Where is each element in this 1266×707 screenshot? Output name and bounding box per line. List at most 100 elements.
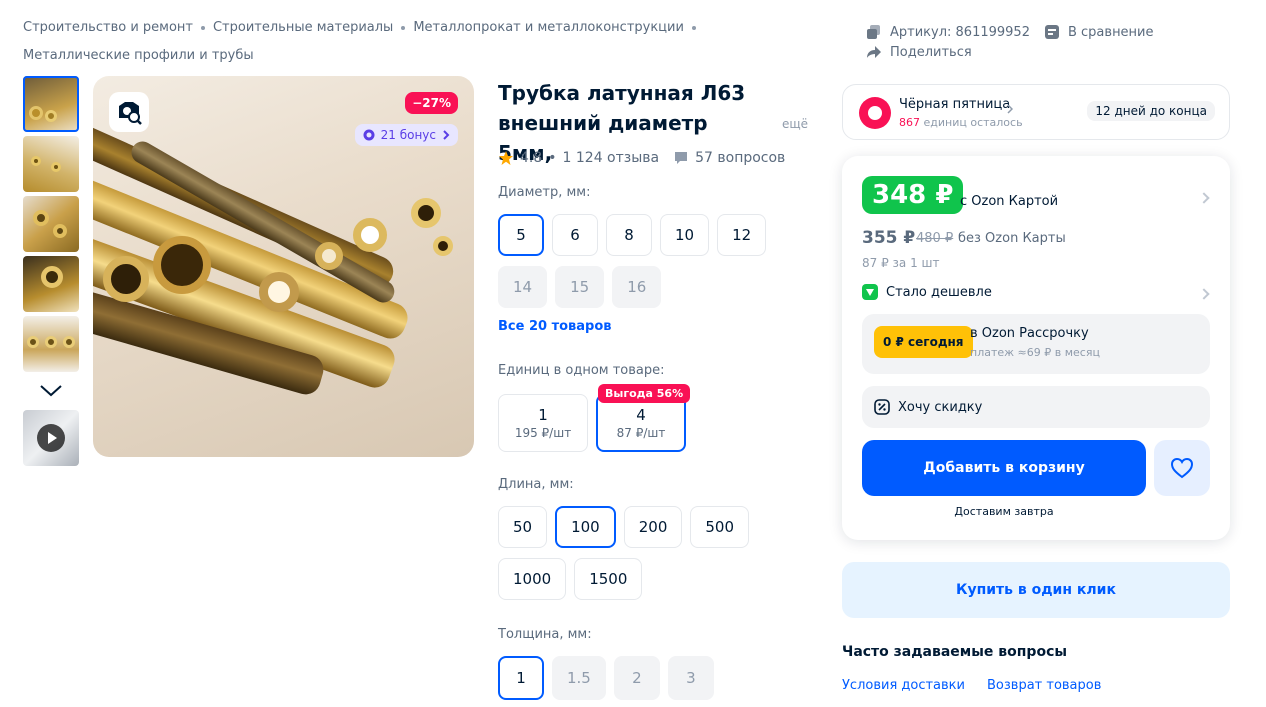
faq-links: Условия доставки Возврат товаров xyxy=(842,678,1101,693)
diameter-option[interactable]: 12 xyxy=(717,214,767,256)
product-title-line-1: Трубка латунная Л63 xyxy=(498,81,746,105)
breadcrumb-item[interactable]: Строительство и ремонт xyxy=(23,20,193,35)
breadcrumb-separator xyxy=(200,25,205,30)
favorite-button[interactable] xyxy=(1154,440,1210,496)
price-drop-notice[interactable]: Стало дешевле xyxy=(862,284,992,300)
price-per-unit: 87 ₽ за 1 шт xyxy=(862,256,940,270)
breadcrumb: Строительство и ремонт Строительные матер… xyxy=(23,14,723,70)
title-more-link[interactable]: ещё xyxy=(782,117,808,131)
want-discount-button[interactable]: Хочу скидку xyxy=(862,386,1210,428)
breadcrumb-item[interactable]: Металлические профили и трубы xyxy=(23,48,254,63)
questions-icon xyxy=(675,152,688,164)
breadcrumb-item[interactable]: Металлопрокат и металлоконструкции xyxy=(413,20,684,35)
length-options-row-2: 1000 1500 xyxy=(498,558,643,600)
thumbnail-4[interactable] xyxy=(23,256,79,312)
chevron-right-icon xyxy=(443,130,450,140)
thumbnail-3[interactable] xyxy=(23,196,79,252)
buy-card: 348 ₽ с Ozon Картой 355 ₽ 480 ₽ без Ozon… xyxy=(842,156,1230,540)
thumbnail-gallery xyxy=(23,76,79,466)
bonus-text: 21 бонус xyxy=(380,128,436,142)
visual-search-button[interactable] xyxy=(109,92,149,132)
units-count: 1 xyxy=(538,406,548,424)
installment-badge: 0 ₽ сегодня xyxy=(874,326,973,358)
length-option[interactable]: 1000 xyxy=(498,558,567,600)
regular-price: 355 ₽ xyxy=(862,228,916,248)
thickness-option[interactable]: 1 xyxy=(498,656,544,700)
all-items-link[interactable]: Все 20 товаров xyxy=(498,319,612,334)
diameter-option[interactable]: 14 xyxy=(498,266,548,308)
video-thumbnail[interactable] xyxy=(23,410,79,466)
product-meta: Артикул: 861199952 В сравнение Поделитьс… xyxy=(866,22,1154,62)
price-drop-text: Стало дешевле xyxy=(886,284,992,300)
savings-badge: Выгода 56% xyxy=(598,384,691,403)
breadcrumb-separator xyxy=(691,25,696,30)
installment-title: в Ozon Рассрочку xyxy=(970,326,1089,341)
ozon-card-price: 348 ₽ xyxy=(862,176,964,214)
diameter-option[interactable]: 16 xyxy=(612,266,662,308)
delivery-info: Доставим завтра xyxy=(954,505,1054,518)
discount-icon xyxy=(874,399,890,415)
buy-one-click-button[interactable]: Купить в один клик xyxy=(842,562,1230,618)
ozon-card-label: с Ozon Картой xyxy=(960,194,1059,209)
diameter-options: 5 6 8 10 12 xyxy=(498,214,767,256)
units-option[interactable]: 1 195 ₽/шт xyxy=(498,394,588,452)
rating-value: 4.8 xyxy=(520,150,543,166)
share-icon xyxy=(867,46,881,58)
installment-block[interactable]: 0 ₽ сегодня в Ozon Рассрочку платеж ≈69 … xyxy=(862,314,1210,374)
share-link[interactable]: Поделиться xyxy=(890,45,972,60)
diameter-option[interactable]: 5 xyxy=(498,214,544,256)
questions-link[interactable]: 57 вопросов xyxy=(695,150,785,166)
reviews-link[interactable]: 1 124 отзыва xyxy=(563,150,660,166)
copy-icon xyxy=(867,25,880,39)
chevron-right-icon[interactable] xyxy=(1198,288,1210,300)
units-count: 4 xyxy=(636,406,646,424)
old-price: 480 ₽ xyxy=(916,231,954,246)
length-options: 50 100 200 500 xyxy=(498,506,750,548)
black-friday-remaining: 867 единиц осталось xyxy=(899,116,1023,129)
length-option[interactable]: 50 xyxy=(498,506,548,548)
rating-dot: • xyxy=(548,150,557,166)
no-card-label: без Ozon Карты xyxy=(958,231,1066,246)
faq-link-returns[interactable]: Возврат товаров xyxy=(987,678,1101,693)
want-discount-label: Хочу скидку xyxy=(898,399,983,415)
thumbnail-2[interactable] xyxy=(23,136,79,192)
price-down-icon xyxy=(862,284,878,300)
product-main-image[interactable]: −27% 21 бонус xyxy=(93,76,474,457)
thickness-option[interactable]: 3 xyxy=(667,656,714,700)
installment-payment: платеж ≈69 ₽ в месяц xyxy=(970,346,1100,359)
bonus-badge[interactable]: 21 бонус xyxy=(354,124,458,146)
black-friday-logo-icon xyxy=(859,97,891,129)
diameter-option[interactable]: 15 xyxy=(555,266,605,308)
chevron-down-icon[interactable] xyxy=(23,376,79,406)
compare-icon xyxy=(1044,25,1059,39)
diameter-option[interactable]: 10 xyxy=(660,214,710,256)
faq-title: Часто задаваемые вопросы xyxy=(842,644,1068,660)
heart-icon xyxy=(1170,457,1194,479)
play-icon xyxy=(37,424,65,452)
thumbnail-1[interactable] xyxy=(23,76,79,132)
compare-link[interactable]: В сравнение xyxy=(1068,25,1154,40)
thickness-option[interactable]: 1.5 xyxy=(552,656,606,700)
breadcrumb-item[interactable]: Строительные материалы xyxy=(213,20,393,35)
faq-link-delivery[interactable]: Условия доставки xyxy=(842,678,965,693)
thumbnail-5[interactable] xyxy=(23,316,79,372)
black-friday-title: Чёрная пятница xyxy=(899,97,1011,112)
breadcrumb-separator xyxy=(401,25,406,30)
visual-search-icon xyxy=(119,102,142,125)
chevron-right-icon[interactable] xyxy=(1198,192,1210,204)
diameter-option[interactable]: 8 xyxy=(606,214,652,256)
thickness-options: 1 1.5 2 3 xyxy=(498,656,714,700)
length-option[interactable]: 500 xyxy=(690,506,750,548)
diameter-option[interactable]: 6 xyxy=(552,214,598,256)
rating-row: 4.8 • 1 124 отзыва 57 вопросов xyxy=(498,150,785,166)
black-friday-days-left: 12 дней до конца xyxy=(1087,101,1215,121)
length-label: Длина, мм: xyxy=(498,477,574,492)
thickness-option[interactable]: 2 xyxy=(613,656,660,700)
black-friday-banner[interactable]: Чёрная пятница 867 единиц осталось 12 дн… xyxy=(842,84,1230,140)
length-option[interactable]: 100 xyxy=(555,506,616,548)
add-to-cart-button[interactable]: Добавить в корзину xyxy=(862,440,1146,496)
length-option[interactable]: 200 xyxy=(623,506,683,548)
diameter-label: Диаметр, мм: xyxy=(498,185,591,200)
length-option[interactable]: 1500 xyxy=(574,558,643,600)
article-number[interactable]: Артикул: 861199952 xyxy=(890,25,1030,40)
